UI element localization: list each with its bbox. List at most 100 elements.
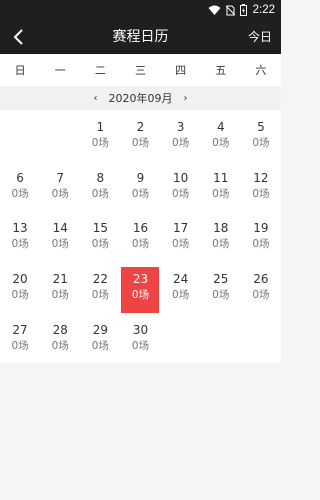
calendar-day-cell[interactable]: 11 0场	[201, 161, 241, 212]
calendar-day-cell[interactable]: 20 0场	[0, 262, 40, 313]
weekday-label: 三	[134, 64, 146, 77]
day-number: 15	[92, 221, 108, 236]
day-number: 13	[12, 221, 28, 236]
match-count: 0场	[131, 187, 150, 200]
calendar-day-cell[interactable]: 24 0场	[161, 262, 201, 313]
match-count: 0场	[91, 137, 109, 150]
back-button[interactable]	[6, 24, 32, 50]
next-month-button[interactable]: ›	[177, 93, 195, 104]
match-count: 0场	[212, 238, 230, 251]
today-button[interactable]: 今日	[248, 20, 272, 54]
match-count: 0场	[212, 289, 230, 302]
day-number: 3	[176, 120, 185, 135]
battery-icon	[239, 4, 247, 16]
day-number: 1	[96, 120, 105, 135]
match-count: 0场	[212, 137, 230, 150]
day-number: 12	[253, 170, 269, 185]
calendar-day-cell[interactable]: 12 0场	[241, 161, 281, 212]
match-count: 0场	[252, 187, 270, 200]
match-count: 0场	[91, 187, 109, 200]
weekday-label: 五	[215, 64, 227, 77]
match-count: 0场	[172, 289, 190, 302]
calendar-day-cell[interactable]: 8 0场	[80, 161, 120, 212]
match-count: 0场	[252, 238, 270, 251]
day-number: 4	[216, 120, 225, 135]
match-count: 0场	[131, 238, 150, 251]
day-number: 29	[92, 322, 108, 337]
day-number: 20	[12, 272, 28, 287]
calendar-day-cell[interactable]: 16 0场	[120, 211, 160, 262]
day-number: 11	[213, 170, 229, 185]
weekday-label: 二	[94, 64, 106, 77]
calendar-day-cell[interactable]: 25 0场	[201, 262, 241, 313]
day-number: 28	[52, 322, 68, 337]
match-count: 0场	[51, 238, 69, 251]
match-count: 0场	[252, 289, 270, 302]
day-number: 18	[213, 221, 229, 236]
calendar-day-cell[interactable]: 6 0场	[0, 161, 40, 212]
month-label: 2020年09月	[108, 92, 173, 105]
prev-month-button[interactable]: ‹	[87, 93, 105, 104]
day-number: 10	[172, 170, 189, 185]
day-number: 19	[253, 221, 269, 236]
day-number: 7	[56, 170, 65, 185]
calendar-day-cell[interactable]: 22 0场	[80, 262, 120, 313]
day-number: 30	[132, 322, 149, 337]
day-number: 24	[172, 272, 189, 287]
day-number: 21	[52, 272, 68, 287]
match-count: 0场	[91, 238, 109, 251]
day-number: 8	[96, 170, 105, 185]
calendar-day-cell[interactable]: 17 0场	[161, 211, 201, 262]
day-number: 26	[253, 272, 269, 287]
match-count: 0场	[11, 238, 29, 251]
calendar-day-cell[interactable]: 5 0场	[241, 110, 281, 161]
day-number: 25	[213, 272, 229, 287]
page-title: 赛程日历	[112, 29, 169, 45]
calendar-day-cell[interactable]: 3 0场	[161, 110, 201, 161]
match-count: 0场	[172, 238, 190, 251]
match-count: 0场	[11, 339, 29, 352]
no-sim-icon	[225, 5, 235, 16]
day-number: 17	[172, 221, 189, 236]
status-time: 2:22	[252, 4, 275, 16]
match-count: 0场	[131, 137, 150, 150]
day-number: 23	[132, 272, 149, 287]
calendar-day-cell[interactable]: 19 0场	[241, 211, 281, 262]
weekday-label: 四	[175, 64, 187, 77]
calendar-day-cell[interactable]: 14 0场	[40, 211, 80, 262]
match-count: 0场	[51, 339, 69, 352]
calendar-day-cell[interactable]: 29 0场	[80, 312, 120, 363]
calendar-day-cell[interactable]: 13 0场	[0, 211, 40, 262]
match-count: 0场	[91, 289, 109, 302]
match-count: 0场	[172, 187, 190, 200]
calendar-grid: 1 0场 2 0场 3 0场 4 0场 5 0场 6 0场 7 0场 8 0场 9 0场 10 0场 11 0场 12 0场 1…	[0, 110, 281, 363]
calendar-day-cell[interactable]: 4 0场	[201, 110, 241, 161]
calendar-day-cell[interactable]: 2 0场	[120, 110, 160, 161]
calendar-day-cell[interactable]: 7 0场	[40, 161, 80, 212]
calendar-day-cell[interactable]: 27 0场	[0, 312, 40, 363]
calendar-day-cell[interactable]: 9 0场	[120, 161, 160, 212]
match-count: 0场	[131, 289, 150, 302]
day-number: 16	[132, 221, 149, 236]
calendar-day-cell[interactable]: 30 0场	[120, 312, 160, 363]
day-number: 5	[257, 120, 265, 135]
calendar-day-cell[interactable]: 1 0场	[80, 110, 120, 161]
day-number: 9	[136, 170, 145, 185]
weekday-label: 六	[255, 64, 267, 77]
calendar-day-cell[interactable]: 15 0场	[80, 211, 120, 262]
calendar-day-cell[interactable]: 18 0场	[201, 211, 241, 262]
match-count: 0场	[11, 289, 29, 302]
calendar-day-cell[interactable]: 21 0场	[40, 262, 80, 313]
match-count: 0场	[172, 137, 190, 150]
app-header: 赛程日历 今日	[0, 20, 281, 54]
day-number: 22	[92, 272, 108, 287]
match-count: 0场	[131, 339, 150, 352]
calendar-day-cell[interactable]: 10 0场	[161, 161, 201, 212]
match-count: 0场	[212, 187, 230, 200]
day-number: 14	[52, 221, 68, 236]
match-count: 0场	[91, 339, 109, 352]
calendar-day-cell[interactable]: 28 0场	[40, 312, 80, 363]
calendar-day-cell[interactable]: 23 0场	[120, 262, 160, 313]
day-number: 6	[16, 170, 24, 185]
calendar-day-cell[interactable]: 26 0场	[241, 262, 281, 313]
